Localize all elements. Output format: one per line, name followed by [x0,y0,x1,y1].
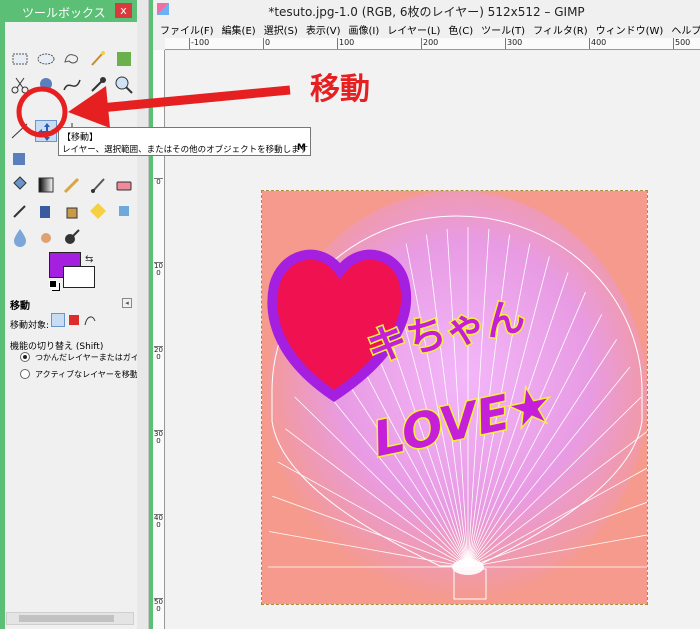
ink-icon[interactable] [35,200,57,222]
dodge-burn-icon[interactable] [61,226,83,248]
menubar: ファイル(F) 編集(E) 選択(S) 表示(V) 画像(I) レイヤー(L) … [153,20,700,38]
radio-active-layer[interactable] [20,369,30,379]
heal-icon[interactable] [87,200,109,222]
ruler-tick-label: 500 [154,598,163,613]
fuzzy-select-icon[interactable] [87,48,109,70]
tooltip-shortcut: M [297,143,306,153]
radio-active-layer-label: アクティブなレイヤーを移動 [35,370,138,379]
scissors-icon[interactable] [9,74,31,96]
ruler-tick-label: 400 [589,38,607,49]
menu-filters[interactable]: フィルタ(R) [530,20,593,38]
pencil-icon[interactable] [61,174,83,196]
blur-icon[interactable] [9,226,31,248]
horizontal-ruler[interactable]: -100 0 100 200 300 400 500 [165,38,700,50]
radio-pick-layer-label: つかんだレイヤーまたはガイドを移 [35,353,140,362]
toolbox-window: ツールボックス x ⇆ 移動 ◂ 移動対象: 機能の切り替え (Shift) つ… [0,0,140,629]
toolbox-close-button[interactable]: x [115,3,132,18]
ruler-tick-label: 0 [263,38,271,49]
menu-view[interactable]: 表示(V) [303,20,346,38]
blend-icon[interactable] [35,174,57,196]
paths-icon[interactable] [61,74,83,96]
move-target-label: 移動対象: [10,321,50,331]
toolbox-scrollbar[interactable] [6,612,134,625]
canvas-text-line1: キちゃん [363,293,529,371]
airbrush-icon[interactable] [9,200,31,222]
canvas-text-line2: LOVE★ [368,376,557,468]
reset-colors-icon[interactable] [49,280,57,288]
radio-pick-layer[interactable] [20,352,30,362]
measure-icon[interactable] [9,120,31,142]
menu-select[interactable]: 選択(S) [261,20,303,38]
toolbox-body: ⇆ 移動 ◂ 移動対象: 機能の切り替え (Shift) つかんだレイヤーまたは… [0,22,140,629]
ruler-tick-label: 0 [154,178,163,186]
foreground-select-icon[interactable] [35,74,57,96]
tooltip-description: レイヤー、選択範囲、またはその他のオブジェクトを移動します [62,145,309,155]
tooltip: 【移動】 レイヤー、選択範囲、またはその他のオブジェクトを移動します M [58,127,311,156]
ruler-tick-label: 300 [154,430,163,445]
ruler-tick-label: 500 [673,38,691,49]
ruler-tick-label: -100 [189,38,210,49]
menu-tools[interactable]: ツール(T) [478,20,530,38]
perspective-clone-icon[interactable] [113,200,135,222]
toolbox-title: ツールボックス [22,6,106,20]
menu-edit[interactable]: 編集(E) [219,20,261,38]
background-color-swatch[interactable] [63,266,95,288]
paintbrush-icon[interactable] [87,174,109,196]
dock-splitter[interactable] [137,0,149,629]
menu-help[interactable]: ヘルプ(H) [668,20,700,38]
image-window-title: *tesuto.jpg-1.0 (RGB, 6枚のレイヤー) 512x512 –… [268,5,585,19]
image-window-titlebar[interactable]: *tesuto.jpg-1.0 (RGB, 6枚のレイヤー) 512x512 –… [153,0,700,20]
menu-image[interactable]: 画像(I) [346,20,385,38]
menu-layer[interactable]: レイヤー(L) [384,20,445,38]
selection-target-icon[interactable] [67,313,81,327]
menu-file[interactable]: ファイル(F) [157,20,219,38]
mode-toggle-label: 機能の切り替え (Shift) [10,342,104,352]
annotation-label: 移動 [310,72,370,107]
scrollbar-thumb[interactable] [19,615,114,622]
menu-windows[interactable]: ウィンドウ(W) [593,20,669,38]
bucket-fill-icon[interactable] [9,174,31,196]
ruler-tick-label: 300 [505,38,523,49]
ellipse-select-icon[interactable] [35,48,57,70]
ruler-tick-label: 400 [154,514,163,529]
ruler-tick-label: 200 [421,38,439,49]
transform-icon[interactable] [9,148,31,170]
zoom-icon[interactable] [113,74,135,96]
free-select-icon[interactable] [61,48,83,70]
ruler-tick-label: 200 [154,346,163,361]
swap-colors-icon[interactable]: ⇆ [85,254,93,265]
ruler-tick-label: 100 [337,38,355,49]
tool-options-title: 移動 [10,301,30,312]
color-picker-icon[interactable] [87,74,109,96]
menu-colors[interactable]: 色(C) [445,20,478,38]
rect-select-icon[interactable] [9,48,31,70]
layer-target-icon[interactable] [51,313,65,327]
eraser-icon[interactable] [113,174,135,196]
color-select-icon[interactable] [113,48,135,70]
tooltip-title: 【移動】 [62,133,99,143]
smudge-icon[interactable] [35,226,57,248]
ruler-tick-label: 100 [154,262,163,277]
options-collapse-icon[interactable]: ◂ [122,298,132,308]
toolbox-titlebar[interactable]: ツールボックス x [0,0,137,22]
move-tool-icon[interactable] [35,120,57,142]
clone-icon[interactable] [61,200,83,222]
image-window: *tesuto.jpg-1.0 (RGB, 6枚のレイヤー) 512x512 –… [153,0,700,629]
path-target-icon[interactable] [83,313,97,327]
